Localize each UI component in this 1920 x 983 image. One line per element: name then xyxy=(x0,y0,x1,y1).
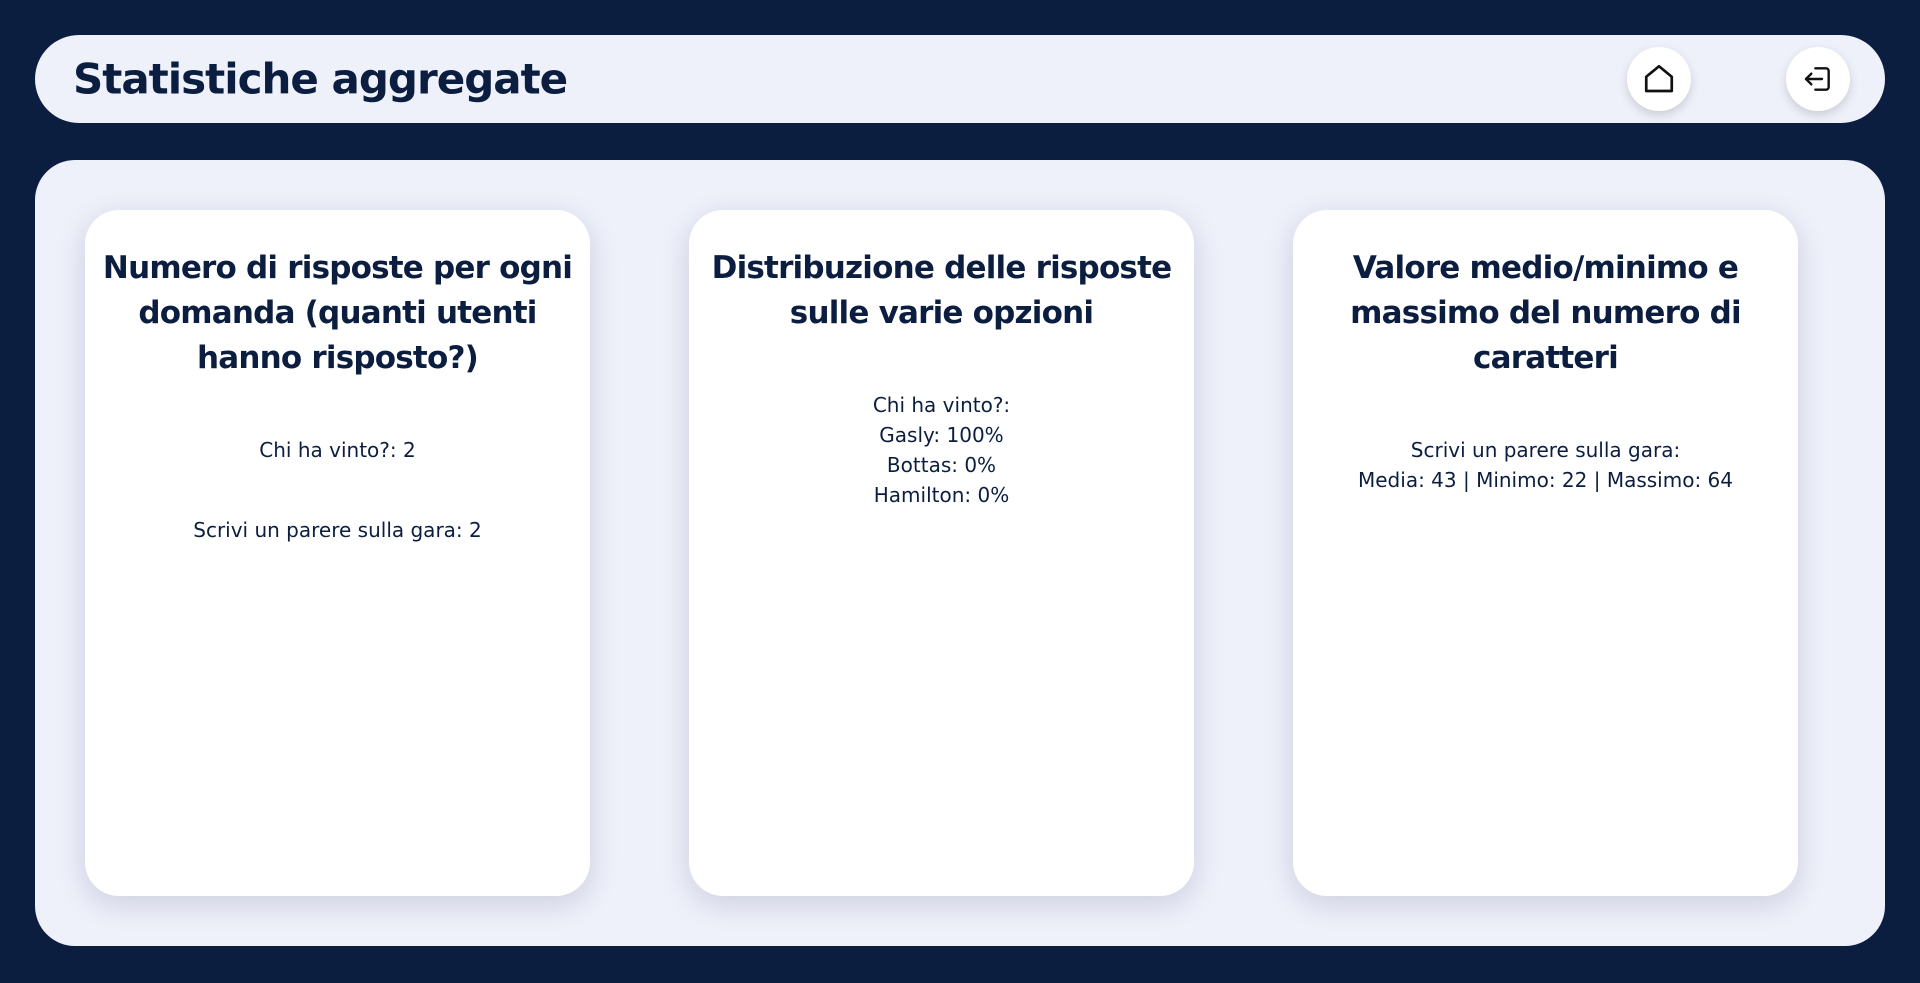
option-stat: Hamilton: 0% xyxy=(873,483,1010,507)
question-label: Chi ha vinto?: xyxy=(872,393,1011,417)
card-title: Distribuzione delle risposte sulle varie… xyxy=(711,250,1173,331)
top-bar: Statistiche aggregate xyxy=(35,35,1885,123)
stat-line: Scrivi un parere sulla gara: 2 xyxy=(193,518,482,542)
card-title: Numero di risposte per ogni domanda (qua… xyxy=(102,250,573,376)
responses-count-card: Numero di risposte per ogni domanda (qua… xyxy=(85,210,590,896)
character-count-card: Valore medio/minimo e massimo del numero… xyxy=(1293,210,1798,896)
stat-line: Chi ha vinto?: 2 xyxy=(259,438,416,462)
home-button[interactable] xyxy=(1627,47,1691,111)
character-stats: Media: 43 | Minimo: 22 | Massimo: 64 xyxy=(1358,468,1733,492)
stats-panel: Numero di risposte per ogni domanda (qua… xyxy=(35,160,1885,946)
option-stat: Bottas: 0% xyxy=(886,453,997,477)
logout-icon xyxy=(1804,67,1830,91)
card-body: Chi ha vinto?: 2 Scrivi un parere sulla … xyxy=(99,435,576,545)
distribution-card: Distribuzione delle risposte sulle varie… xyxy=(689,210,1194,896)
logout-button[interactable] xyxy=(1786,47,1850,111)
option-stat: Gasly: 100% xyxy=(879,423,1004,447)
page-title: Statistiche aggregate xyxy=(73,54,568,104)
card-title: Valore medio/minimo e massimo del numero… xyxy=(1350,250,1741,376)
card-body: Scrivi un parere sulla gara: Media: 43 |… xyxy=(1307,435,1784,495)
home-icon xyxy=(1644,64,1674,93)
card-body: Chi ha vinto?: Gasly: 100% Bottas: 0% Ha… xyxy=(703,390,1180,510)
question-label: Scrivi un parere sulla gara: xyxy=(1410,438,1681,462)
